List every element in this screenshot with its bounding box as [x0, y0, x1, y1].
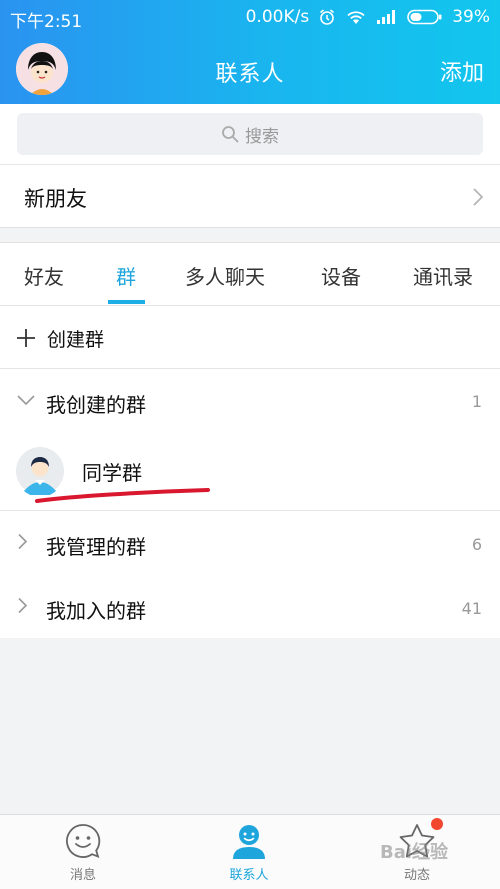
create-group-row[interactable]: 创建群 [0, 306, 500, 368]
title-bar: 联系人 添加 [0, 34, 500, 104]
add-button[interactable]: 添加 [440, 55, 484, 87]
new-friends-row[interactable]: 新朋友 [0, 164, 500, 228]
status-time: 下午2:51 [10, 12, 83, 32]
page-title: 联系人 [215, 62, 285, 87]
header: 下午2:51 0.00K/s 39% 联系人 添加 [0, 0, 500, 104]
tab-devices[interactable]: 设备 [321, 261, 361, 290]
section-label: 我管理的群 [46, 535, 146, 559]
notification-dot [431, 818, 443, 830]
nav-messages[interactable]: 消息 [23, 815, 143, 889]
tab-multi-chat[interactable]: 多人聊天 [185, 261, 265, 290]
smiley-chat-icon [66, 824, 101, 858]
section-created-groups[interactable]: 我创建的群 1 [0, 369, 500, 431]
battery-level: 39% [452, 7, 490, 27]
alarm-icon [320, 9, 335, 25]
nav-label: 消息 [69, 868, 96, 883]
red-underline-annotation [35, 488, 210, 503]
battery-icon [407, 9, 442, 25]
chevron-right-icon [18, 533, 28, 550]
chevron-down-icon [17, 395, 35, 406]
search-input[interactable]: 搜索 [17, 113, 483, 155]
nav-label: 联系人 [229, 868, 269, 883]
group-list: 创建群 我创建的群 1 同学群 我管理的群 6 我加入的群 41 [0, 306, 500, 638]
network-speed: 0.00K/s [245, 7, 310, 27]
contacts-person-icon [233, 825, 265, 859]
chevron-right-icon [473, 188, 484, 206]
section-count: 41 [461, 599, 482, 618]
section-count: 6 [471, 535, 482, 554]
chevron-right-icon [18, 597, 28, 614]
section-joined-groups[interactable]: 我加入的群 41 [0, 575, 500, 638]
group-name: 同学群 [82, 461, 142, 485]
tab-friends[interactable]: 好友 [24, 261, 64, 290]
active-tab-indicator [108, 300, 145, 304]
search-placeholder: 搜索 [245, 126, 279, 147]
section-label: 我创建的群 [46, 393, 146, 417]
search-icon [222, 126, 239, 143]
tab-groups[interactable]: 群 [116, 261, 136, 290]
wifi-icon [347, 11, 365, 24]
contact-tabs: 好友 群 多人聊天 设备 通讯录 [0, 242, 500, 306]
new-friends-label: 新朋友 [24, 187, 87, 211]
signal-icon [377, 10, 396, 24]
section-count: 1 [471, 392, 482, 411]
tab-address-book[interactable]: 通讯录 [413, 261, 473, 290]
create-group-label: 创建群 [47, 329, 105, 351]
status-bar: 下午2:51 0.00K/s 39% [0, 0, 500, 34]
section-label: 我加入的群 [46, 599, 146, 623]
search-area: 搜索 [0, 104, 500, 164]
section-managed-groups[interactable]: 我管理的群 6 [0, 511, 500, 575]
plus-icon [17, 329, 35, 347]
nav-contacts[interactable]: 联系人 [189, 815, 309, 889]
status-icons: 0.00K/s 39% [246, 7, 490, 27]
watermark: Bai经验 [380, 842, 449, 863]
nav-label: 动态 [403, 868, 430, 883]
